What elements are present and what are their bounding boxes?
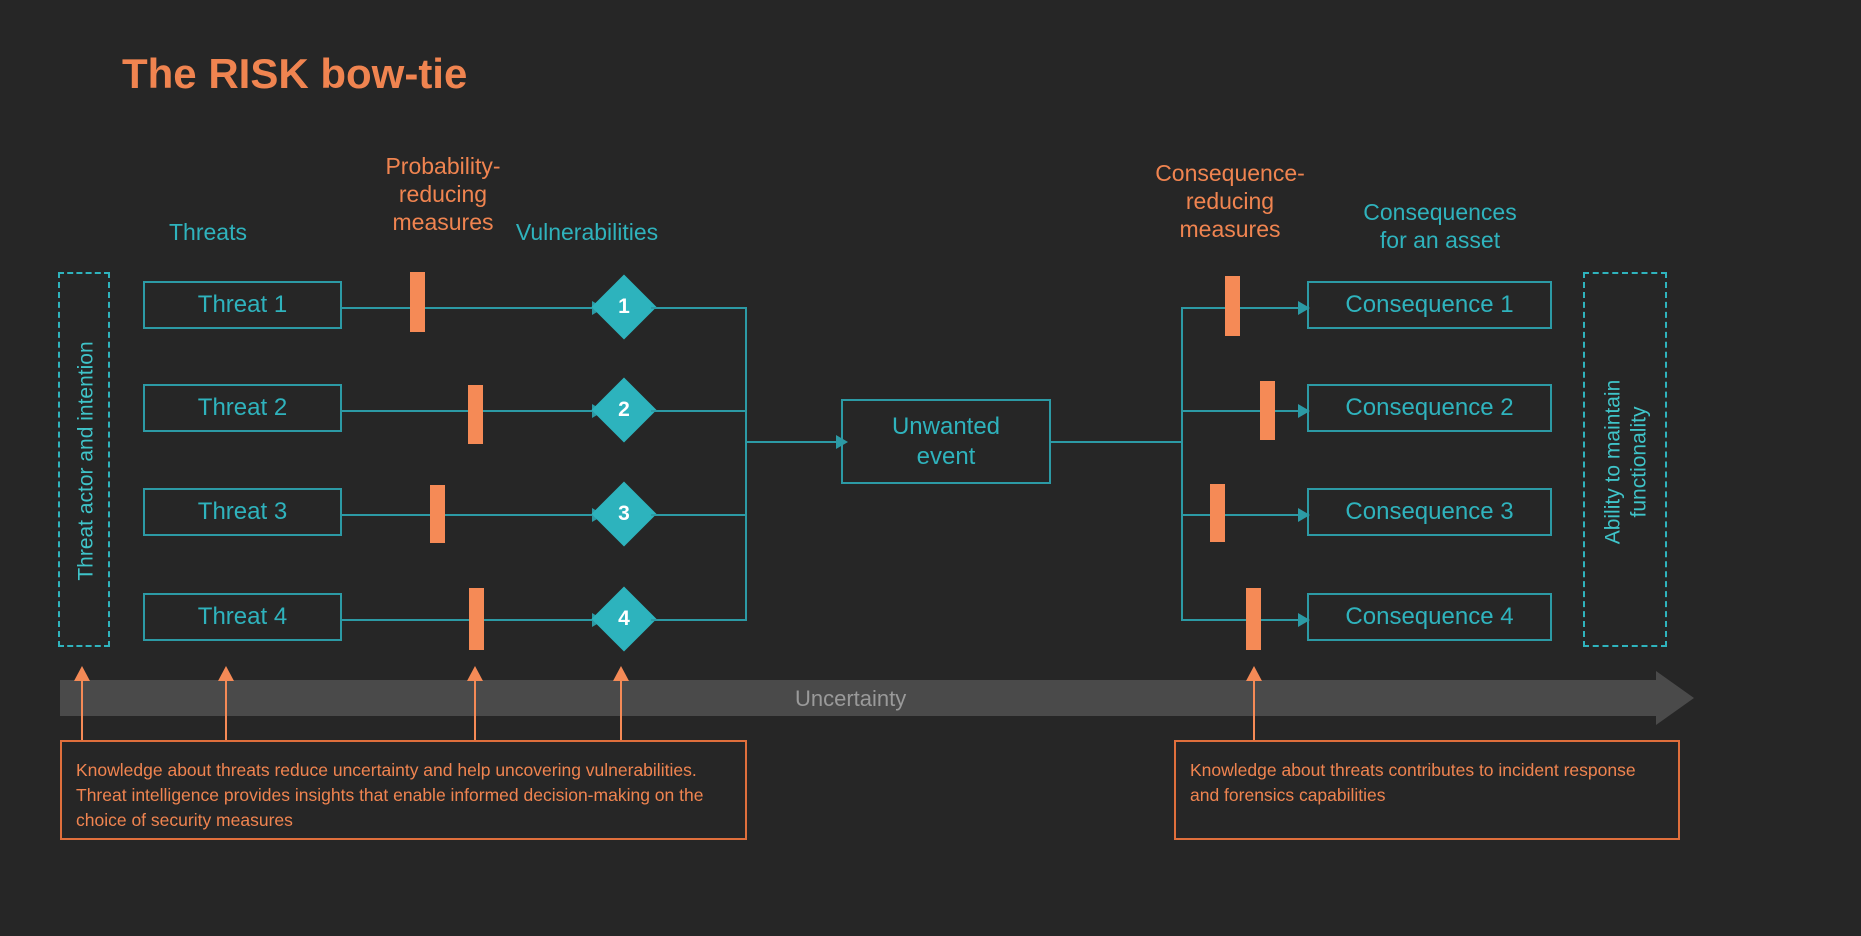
- panel-threat-actor-and-intention: Threat actor and intention: [58, 272, 110, 647]
- panel-threat-actor-and-intention-label: Threat actor and intention: [74, 341, 98, 581]
- consequence-reducing-measure-bar-2: [1260, 381, 1275, 440]
- callout-arrowhead-4: [613, 666, 629, 681]
- risk-bowtie-diagram: The RISK bow-tie Threats Probability- re…: [0, 0, 1861, 936]
- heading-consequence-reducing-measures: Consequence- reducing measures: [1155, 160, 1305, 242]
- vulnerability-label-4: 4: [618, 607, 630, 630]
- consequence-label-1: Consequence 1: [1345, 291, 1514, 318]
- probability-reducing-measure-bar-1: [410, 272, 425, 332]
- funnel-line-4: [651, 619, 747, 621]
- funnel-line-3: [651, 514, 747, 516]
- threat-label-3: Threat 3: [197, 498, 288, 525]
- annotation-box-left: Knowledge about threats reduce uncertain…: [60, 740, 747, 840]
- uncertainty-bar-arrowhead: [1656, 671, 1694, 725]
- annotation-left-text: Knowledge about threats reduce uncertain…: [76, 760, 704, 830]
- callout-arrowhead-5: [1246, 666, 1262, 681]
- callout-stem-4: [620, 680, 622, 740]
- threat-box-2[interactable]: Threat 2: [143, 384, 342, 432]
- unwanted-event-box[interactable]: Unwanted event: [841, 399, 1051, 484]
- connector-threat-3-to-vulnerability-3: [342, 514, 594, 516]
- vulnerability-label-2: 2: [618, 398, 630, 421]
- funnel-to-unwanted-event: [745, 441, 840, 443]
- fanout-from-unwanted-event: [1051, 441, 1183, 443]
- consequence-reducing-measure-bar-4: [1246, 588, 1261, 650]
- probability-reducing-measure-bar-2: [468, 385, 483, 444]
- heading-threats: Threats: [169, 219, 247, 245]
- page-title: The RISK bow-tie: [122, 50, 468, 97]
- callout-stem-2: [225, 680, 227, 740]
- consequence-label-3: Consequence 3: [1345, 498, 1514, 525]
- callout-stem-5: [1253, 680, 1255, 740]
- consequence-box-3[interactable]: Consequence 3: [1307, 488, 1552, 536]
- heading-vulnerabilities: Vulnerabilities: [515, 219, 659, 245]
- threat-label-4: Threat 4: [197, 603, 288, 630]
- probability-reducing-measure-bar-4: [469, 588, 484, 650]
- callout-stem-3: [474, 680, 476, 740]
- annotation-right-text: Knowledge about threats contributes to i…: [1190, 760, 1636, 805]
- funnel-line-2: [651, 410, 747, 412]
- connector-threat-4-to-vulnerability-4: [342, 619, 594, 621]
- consequence-box-4[interactable]: Consequence 4: [1307, 593, 1552, 641]
- connector-to-consequence-3: [1181, 514, 1301, 516]
- consequence-reducing-measure-bar-3: [1210, 484, 1225, 542]
- threat-box-4[interactable]: Threat 4: [143, 593, 342, 641]
- uncertainty-label: Uncertainty: [795, 686, 907, 711]
- vulnerability-label-1: 1: [618, 295, 630, 318]
- connector-to-consequence-2: [1181, 410, 1301, 412]
- threat-box-3[interactable]: Threat 3: [143, 488, 342, 536]
- callout-stem-1: [81, 680, 83, 740]
- callout-arrowhead-2: [218, 666, 234, 681]
- panel-ability-to-maintain-functionality: Ability to maintain functionality: [1583, 272, 1667, 647]
- connector-threat-1-to-vulnerability-1: [342, 307, 594, 309]
- threat-label-2: Threat 2: [197, 394, 288, 421]
- callout-arrowhead-1: [74, 666, 90, 681]
- consequence-box-1[interactable]: Consequence 1: [1307, 281, 1552, 329]
- annotation-box-right: Knowledge about threats contributes to i…: [1174, 740, 1680, 840]
- fanout-distributor-right: [1181, 307, 1183, 621]
- consequence-reducing-measure-bar-1: [1225, 276, 1240, 336]
- consequence-label-4: Consequence 4: [1345, 603, 1514, 630]
- consequence-box-2[interactable]: Consequence 2: [1307, 384, 1552, 432]
- connector-to-consequence-1: [1181, 307, 1301, 309]
- threat-box-1[interactable]: Threat 1: [143, 281, 342, 329]
- callout-arrowhead-3: [467, 666, 483, 681]
- threat-label-1: Threat 1: [197, 291, 288, 318]
- probability-reducing-measure-bar-3: [430, 485, 445, 543]
- funnel-line-1: [651, 307, 747, 309]
- consequence-label-2: Consequence 2: [1345, 394, 1514, 421]
- funnel-collector-left: [745, 307, 747, 621]
- unwanted-event-label: Unwanted event: [891, 412, 1001, 470]
- panel-ability-to-maintain-functionality-label: Ability to maintain functionality: [1601, 379, 1651, 545]
- vulnerability-label-3: 3: [618, 502, 630, 525]
- connector-to-consequence-4: [1181, 619, 1301, 621]
- heading-consequences-for-an-asset: Consequences for an asset: [1363, 199, 1517, 253]
